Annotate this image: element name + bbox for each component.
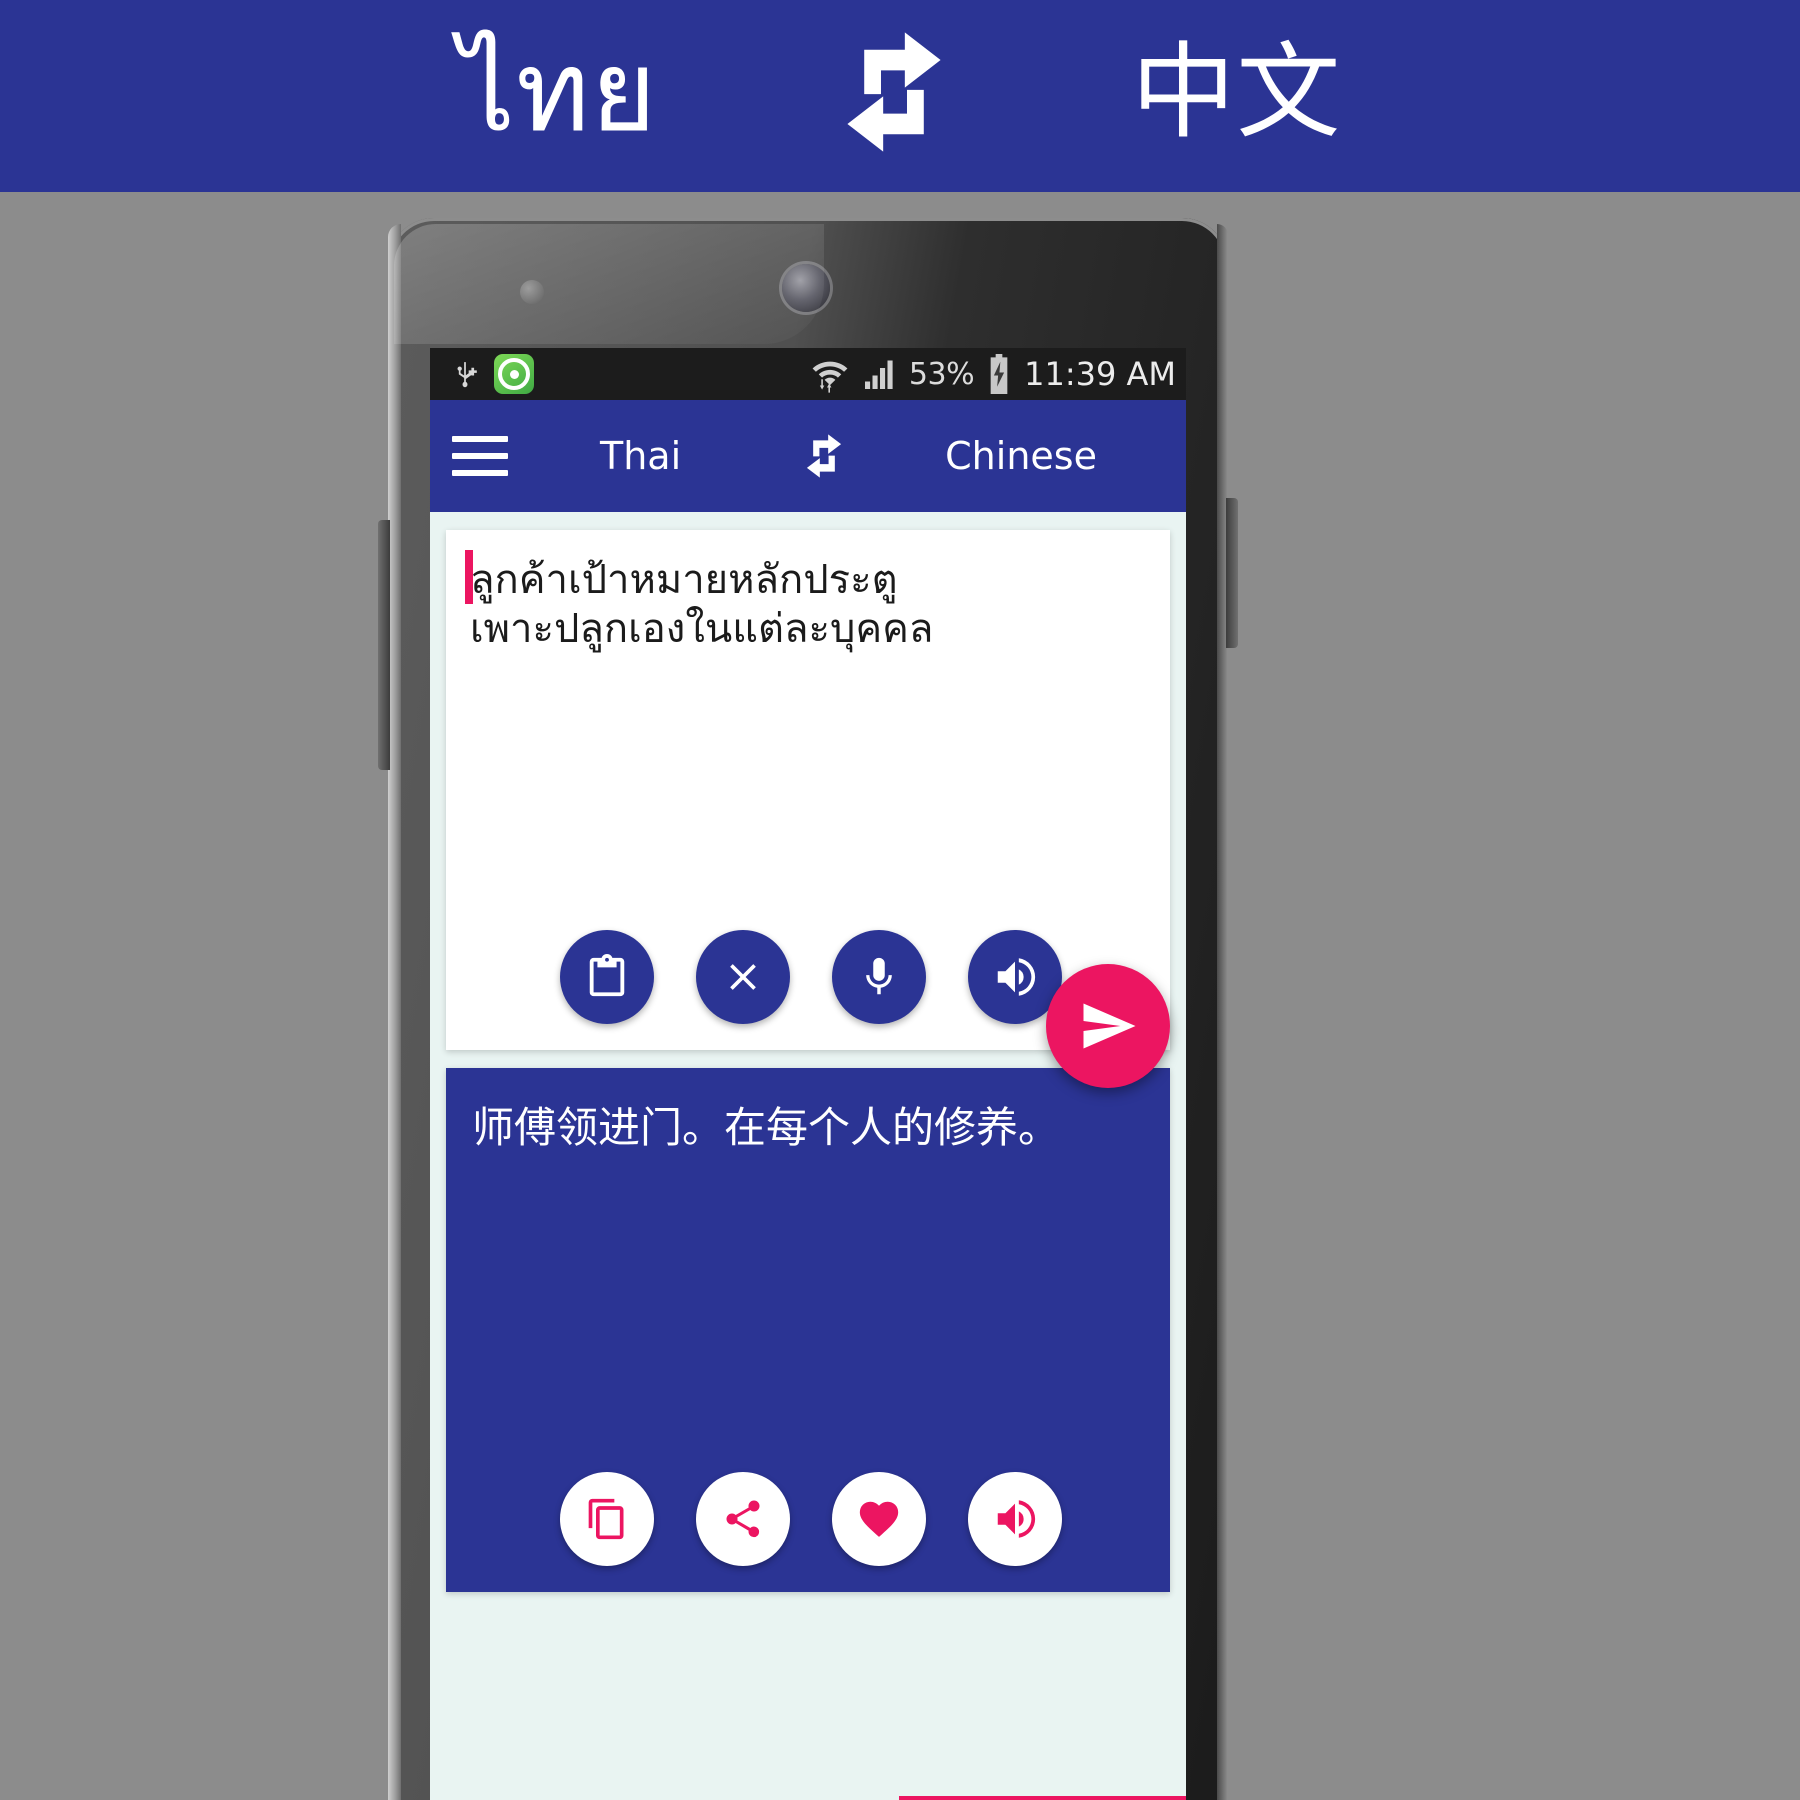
source-text-card: ลูกค้าเป้าหมายหลักประตู เพาะปลูกเองในแต่… xyxy=(446,530,1170,1050)
top-banner: ไทย 中文 xyxy=(0,0,1800,192)
target-action-buttons xyxy=(446,1472,1170,1566)
swap-repeat-icon xyxy=(847,32,941,152)
target-text-card: 师傅领进门。在每个人的修养。 xyxy=(446,1068,1170,1592)
phone-mockup: 53% 11:39 AM Thai Chinese ลูกค้าเป้าหมาย… xyxy=(378,218,1238,1800)
phone-left-edge xyxy=(388,224,401,1800)
target-text-output: 师傅领进门。在每个人的修养。 xyxy=(472,1103,1061,1152)
power-button[interactable] xyxy=(1226,498,1238,648)
clear-button[interactable] xyxy=(696,930,790,1024)
speak-target-button[interactable] xyxy=(968,1472,1062,1566)
nav-bar-strip xyxy=(430,1796,1186,1800)
hamburger-menu-icon[interactable] xyxy=(452,436,508,476)
close-x-icon xyxy=(730,964,756,990)
swap-repeat-icon[interactable] xyxy=(799,431,849,481)
favorite-button[interactable] xyxy=(832,1472,926,1566)
toolbar-target-language[interactable]: Chinese xyxy=(945,434,1097,478)
clipboard-paste-icon xyxy=(589,954,625,997)
status-bar: 53% 11:39 AM xyxy=(430,348,1186,400)
app-toolbar: Thai Chinese xyxy=(430,400,1186,512)
share-icon xyxy=(726,1500,760,1538)
wifi-icon xyxy=(812,361,848,393)
phone-screen: 53% 11:39 AM Thai Chinese ลูกค้าเป้าหมาย… xyxy=(430,348,1186,1800)
heart-icon xyxy=(859,1501,899,1537)
banner-target-language: 中文 xyxy=(1131,31,1342,153)
translator-content: ลูกค้าเป้าหมายหลักประตู เพาะปลูกเองในแต่… xyxy=(430,512,1186,1800)
proximity-sensor xyxy=(520,280,544,304)
copy-icon xyxy=(588,1498,624,1540)
toolbar-source-language[interactable]: Thai xyxy=(600,434,681,478)
text-caret xyxy=(465,550,473,604)
battery-percentage: 53% xyxy=(908,356,975,392)
microphone-icon xyxy=(866,957,892,995)
battery-charging-icon xyxy=(990,354,1008,394)
speaker-volume-icon xyxy=(997,958,1036,996)
source-text-input[interactable]: ลูกค้าเป้าหมายหลักประตู เพาะปลูกเองในแต่… xyxy=(446,530,1170,654)
green-circle-app-icon xyxy=(494,354,534,394)
front-camera xyxy=(782,264,830,312)
translate-send-button[interactable] xyxy=(1046,964,1170,1088)
send-paper-plane-icon xyxy=(1083,1003,1136,1049)
voice-input-button[interactable] xyxy=(832,930,926,1024)
cellular-signal-icon xyxy=(864,360,893,389)
share-button[interactable] xyxy=(696,1472,790,1566)
usb-icon xyxy=(457,362,477,388)
phone-right-edge xyxy=(1217,224,1228,1800)
status-bar-time: 11:39 AM xyxy=(1024,355,1176,393)
banner-source-language: ไทย xyxy=(458,27,658,157)
volume-button[interactable] xyxy=(378,520,390,770)
banner-swap-icon xyxy=(829,27,959,157)
nav-bar-strip-left xyxy=(430,1796,899,1800)
copy-button[interactable] xyxy=(560,1472,654,1566)
speaker-volume-icon xyxy=(997,1500,1036,1538)
paste-button[interactable] xyxy=(560,930,654,1024)
